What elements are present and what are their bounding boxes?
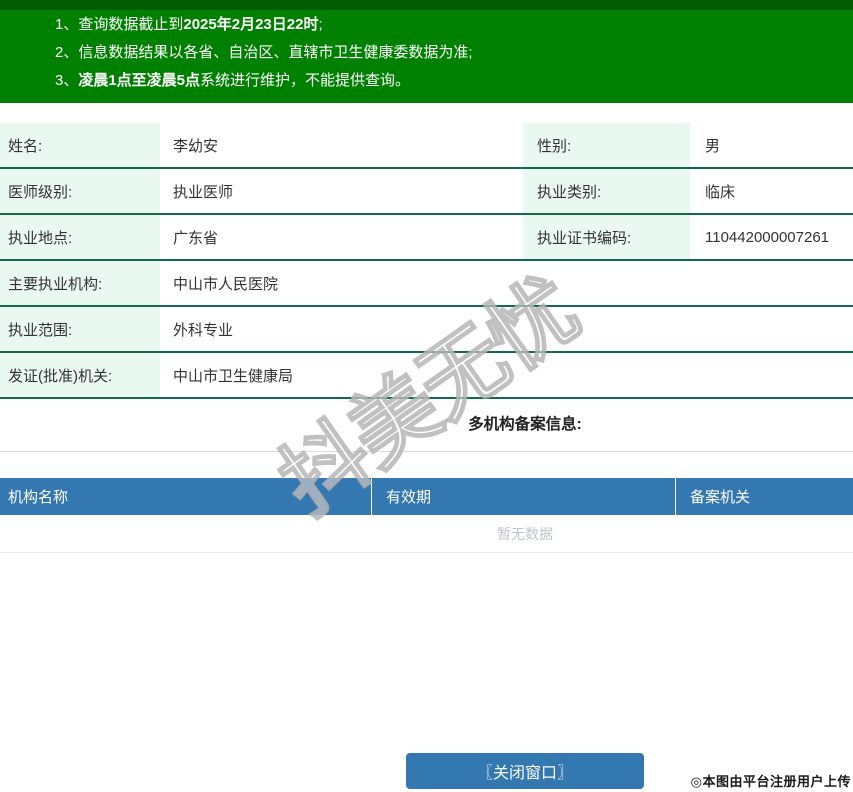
table-row: 发证(批准)机关: 中山市卫生健康局 — [0, 353, 853, 399]
notice-banner: 1、查询数据截止到2025年2月23日22时; 2、信息数据结果以各省、自治区、… — [0, 0, 853, 103]
notice-line-3-post: 系统进行维护，不能提供查询。 — [200, 72, 411, 89]
page: 1、查询数据截止到2025年2月23日22时; 2、信息数据结果以各省、自治区、… — [0, 0, 853, 789]
field-label-doctor-level: 医师级别: — [0, 169, 160, 213]
column-header-record-authority: 备案机关 — [675, 478, 853, 515]
field-label-name: 姓名: — [0, 123, 160, 167]
field-value-issuing-authority: 中山市卫生健康局 — [173, 367, 294, 385]
notice-line-1-bold: 2025年2月23日22时 — [183, 16, 319, 33]
notice-line-1-post: ; — [318, 16, 323, 33]
field-value-gender: 男 — [705, 137, 721, 155]
notice-line-2-num: 2、 — [55, 44, 79, 61]
table-row: 主要执业机构: 中山市人民医院 — [0, 261, 853, 307]
field-value-main-institution: 中山市人民医院 — [173, 275, 279, 293]
field-value-practice-category: 临床 — [705, 183, 736, 201]
field-value-doctor-level: 执业医师 — [173, 183, 234, 201]
field-label-practice-scope: 执业范围: — [0, 307, 160, 351]
notice-line-3: 3、凌晨1点至凌晨5点系统进行维护，不能提供查询。 — [55, 67, 853, 95]
notice-line-2-text: 信息数据结果以各省、自治区、直辖市卫生健康委数据为准; — [78, 44, 473, 61]
table-row: 执业地点: 广东省 执业证书编码: 110442000007261 — [0, 215, 853, 261]
section-divider — [0, 451, 853, 452]
multi-institution-section-title: 多机构备案信息: — [468, 416, 582, 433]
records-table-header: 机构名称 有效期 备案机关 — [0, 478, 853, 515]
field-label-gender: 性别: — [523, 123, 690, 167]
column-header-institution-name: 机构名称 — [8, 489, 69, 506]
notice-line-3-num: 3、 — [55, 72, 79, 89]
notice-line-1-num: 1、 — [55, 16, 79, 33]
field-label-practice-location: 执业地点: — [0, 215, 160, 259]
field-label-issuing-authority: 发证(批准)机关: — [0, 353, 160, 397]
table-row: 医师级别: 执业医师 执业类别: 临床 — [0, 169, 853, 215]
records-empty-placeholder: 暂无数据 — [0, 515, 853, 553]
field-label-practice-category: 执业类别: — [523, 169, 690, 213]
field-value-name: 李幼安 — [173, 137, 219, 155]
field-label-certificate-number: 执业证书编码: — [523, 215, 690, 259]
table-row: 执业范围: 外科专业 — [0, 307, 853, 353]
field-value-certificate-number: 110442000007261 — [705, 228, 830, 246]
notice-line-3-bold: 凌晨1点至凌晨5点 — [78, 72, 201, 89]
table-row: 姓名: 李幼安 性别: 男 — [0, 123, 853, 169]
close-window-button[interactable]: 〖关闭窗口〗 — [406, 753, 644, 789]
upload-credit-text: ◎本图由平台注册用户上传 — [690, 774, 851, 789]
field-value-practice-location: 广东省 — [173, 229, 219, 247]
notice-line-2: 2、信息数据结果以各省、自治区、直辖市卫生健康委数据为准; — [55, 39, 853, 67]
field-label-main-institution: 主要执业机构: — [0, 261, 160, 305]
notice-line-1: 1、查询数据截止到2025年2月23日22时; — [55, 11, 853, 39]
field-value-practice-scope: 外科专业 — [173, 321, 234, 339]
notice-line-1-pre: 查询数据截止到 — [78, 16, 184, 33]
doctor-info-table: 姓名: 李幼安 性别: 男 医师级别: 执业医师 执业类别: 临床 执业地点: … — [0, 123, 853, 399]
column-header-validity-period: 有效期 — [371, 478, 675, 515]
